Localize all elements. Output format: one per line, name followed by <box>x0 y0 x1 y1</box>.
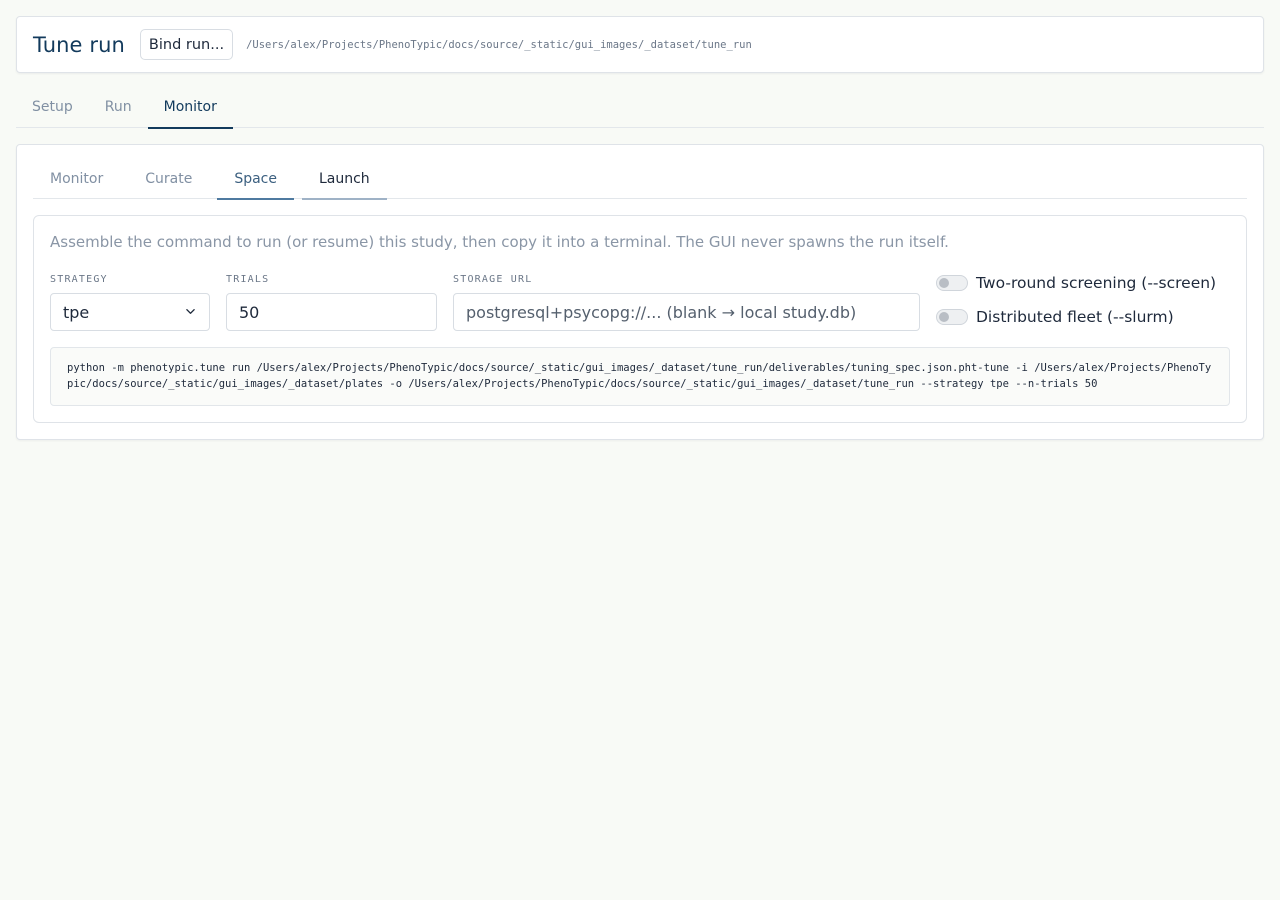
slurm-toggle-label: Distributed fleet (--slurm) <box>976 308 1174 326</box>
toggle-knob <box>939 278 949 288</box>
subtab-curate[interactable]: Curate <box>128 159 209 199</box>
storage-url-label: STORAGE URL <box>453 274 533 285</box>
screen-toggle[interactable]: Two-round screening (--screen) <box>936 272 1216 294</box>
screen-toggle-switch[interactable] <box>936 275 968 291</box>
strategy-select[interactable]: tpe <box>50 293 210 331</box>
run-path: /Users/alex/Projects/PhenoTypic/docs/sou… <box>246 38 752 51</box>
slurm-toggle[interactable]: Distributed fleet (--slurm) <box>936 306 1174 328</box>
top-tab-bar: Setup Run Monitor <box>16 86 1264 129</box>
monitor-panel: Monitor Curate Space Launch Assemble the… <box>16 144 1264 440</box>
tab-setup[interactable]: Setup <box>16 86 89 128</box>
sub-tab-bar: Monitor Curate Space Launch <box>33 159 1247 200</box>
strategy-label: STRATEGY <box>50 274 108 285</box>
subtab-space[interactable]: Space <box>217 159 294 200</box>
trials-label: TRIALS <box>226 274 270 285</box>
launch-description: Assemble the command to run (or resume) … <box>50 233 949 251</box>
subtab-monitor[interactable]: Monitor <box>33 159 120 199</box>
subtab-launch[interactable]: Launch <box>301 159 387 200</box>
command-preview[interactable]: python -m phenotypic.tune run /Users/ale… <box>50 347 1230 406</box>
bind-run-button[interactable]: Bind run... <box>139 29 234 60</box>
trials-input[interactable] <box>226 293 437 331</box>
chevron-down-icon <box>186 309 195 314</box>
tab-monitor[interactable]: Monitor <box>147 86 234 129</box>
strategy-value: tpe <box>63 302 90 322</box>
screen-toggle-label: Two-round screening (--screen) <box>976 274 1217 292</box>
header-bar: Tune run Bind run... /Users/alex/Project… <box>16 16 1264 73</box>
tab-run[interactable]: Run <box>89 86 148 128</box>
page-title: Tune run <box>33 32 125 57</box>
storage-url-input[interactable] <box>453 293 920 331</box>
launch-panel: Assemble the command to run (or resume) … <box>33 215 1247 423</box>
toggle-knob <box>939 312 949 322</box>
slurm-toggle-switch[interactable] <box>936 309 968 325</box>
